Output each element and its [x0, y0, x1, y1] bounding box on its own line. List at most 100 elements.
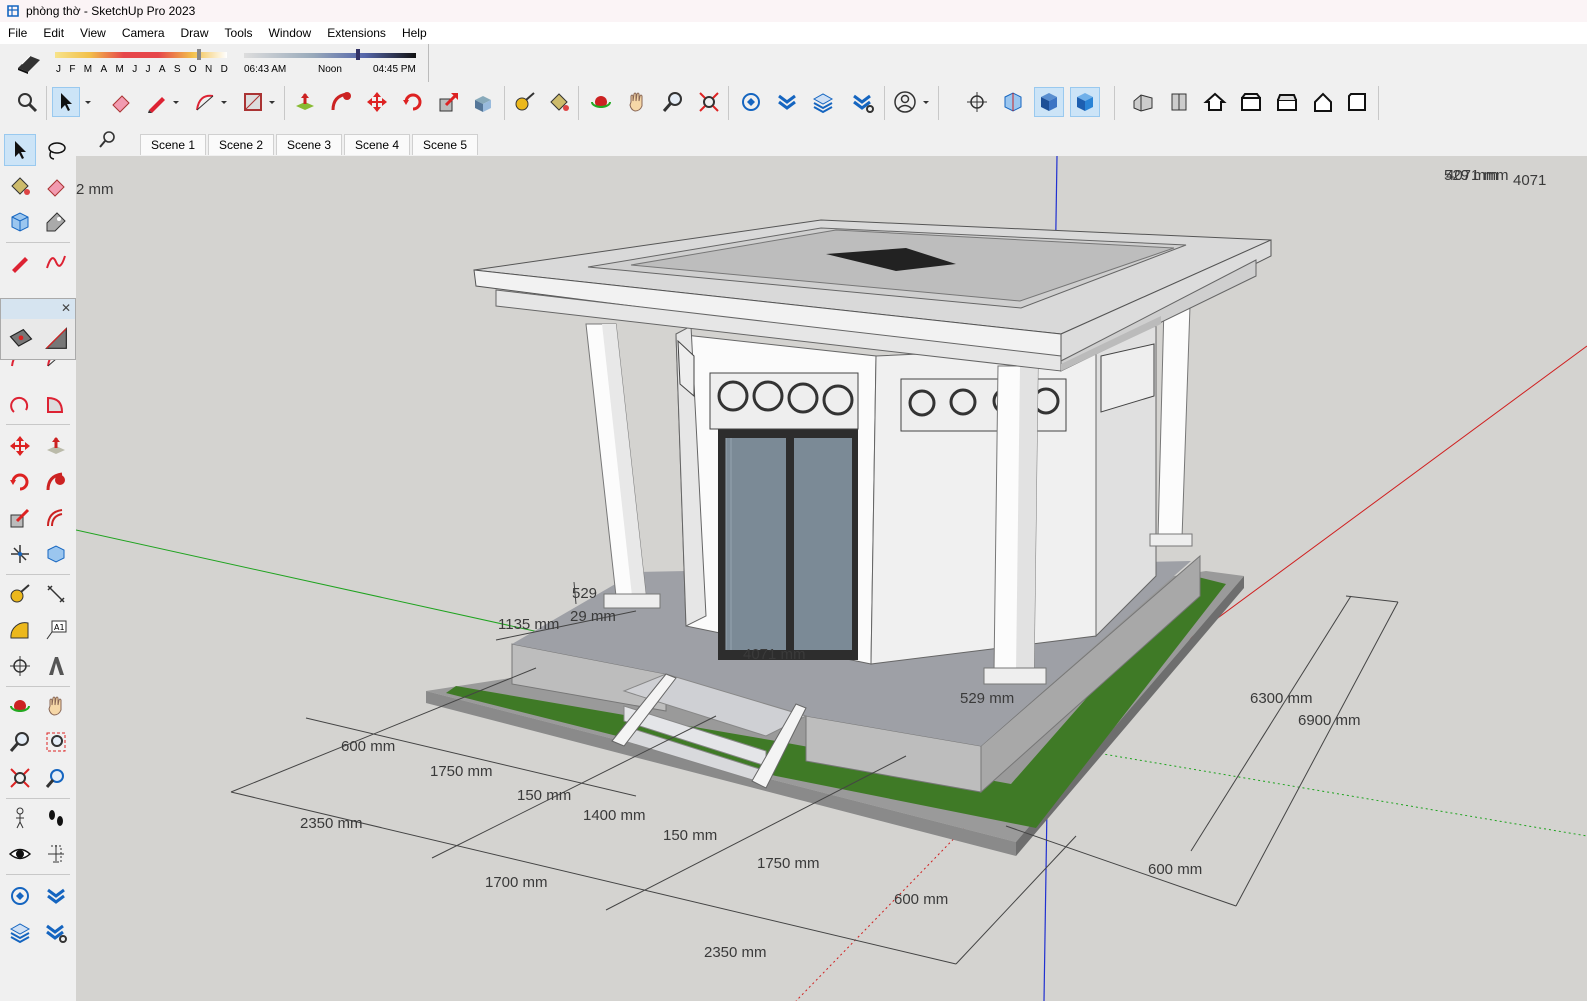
dimension-tool[interactable]	[40, 578, 72, 610]
rotate-tool-button[interactable]	[398, 87, 428, 117]
extension-warehouse-tool[interactable]	[40, 880, 72, 912]
rotate-tool[interactable]	[4, 466, 36, 498]
position-camera-tool[interactable]	[4, 802, 36, 834]
tab-scene-4[interactable]: Scene 4	[344, 134, 411, 155]
push-pull-tool[interactable]	[40, 430, 72, 462]
pan-button[interactable]	[622, 87, 652, 117]
top-view-button[interactable]	[1164, 87, 1194, 117]
warehouse-button[interactable]	[736, 87, 766, 117]
menu-tools[interactable]: Tools	[217, 26, 261, 40]
floating-toolbar-titlebar[interactable]: ✕	[1, 299, 75, 319]
position-texture-tool[interactable]	[4, 538, 36, 570]
menu-file[interactable]: File	[0, 26, 35, 40]
walk-tool[interactable]	[40, 802, 72, 834]
menu-help[interactable]: Help	[394, 26, 435, 40]
extension-warehouse-button[interactable]	[772, 87, 802, 117]
tape-measure-button[interactable]	[510, 87, 540, 117]
warehouse-tool[interactable]	[4, 880, 36, 912]
select-dropdown[interactable]	[82, 87, 94, 117]
layout-button[interactable]	[808, 87, 838, 117]
paint-bucket-tool[interactable]	[4, 170, 36, 202]
menu-camera[interactable]: Camera	[114, 26, 173, 40]
shadow-toggle-button[interactable]	[14, 50, 42, 76]
paint-bucket-button[interactable]	[544, 87, 574, 117]
rectangle-tool-button[interactable]	[238, 87, 268, 117]
bottom-view-button[interactable]	[1342, 87, 1372, 117]
follow-me-tool[interactable]	[40, 466, 72, 498]
tape-measure-tool[interactable]	[4, 578, 36, 610]
date-slider-thumb[interactable]	[197, 49, 201, 60]
right-view-button[interactable]	[1236, 87, 1266, 117]
select-tool[interactable]	[4, 134, 36, 166]
time-slider-thumb[interactable]	[356, 49, 360, 60]
zoom-extents-button[interactable]	[694, 87, 724, 117]
select-tool-button[interactable]	[52, 87, 80, 117]
orbit-button[interactable]	[586, 87, 616, 117]
freehand-tool[interactable]	[40, 246, 72, 278]
account-dropdown[interactable]	[920, 87, 932, 117]
menu-view[interactable]: View	[72, 26, 114, 40]
tab-scene-5[interactable]: Scene 5	[412, 134, 479, 155]
offset-tool[interactable]	[40, 502, 72, 534]
three-point-arc-tool[interactable]	[4, 388, 36, 420]
zoom-window-tool[interactable]	[40, 726, 72, 758]
pie-tool[interactable]	[40, 388, 72, 420]
rectangle-dropdown[interactable]	[266, 87, 278, 117]
date-slider[interactable]	[55, 52, 227, 58]
scene-search-button[interactable]	[98, 130, 118, 150]
extension-manager-button[interactable]	[848, 87, 878, 117]
previous-view-tool[interactable]	[40, 762, 72, 794]
zoom-extents-tool[interactable]	[4, 762, 36, 794]
eraser-tool[interactable]	[40, 170, 72, 202]
tag-tool[interactable]	[40, 206, 72, 238]
tab-scene-2[interactable]: Scene 2	[208, 134, 275, 155]
close-icon[interactable]: ✕	[61, 301, 71, 315]
account-button[interactable]	[890, 87, 920, 117]
move-tool[interactable]	[4, 430, 36, 462]
tab-scene-1[interactable]: Scene 1	[140, 134, 207, 155]
scale-tool-button[interactable]	[434, 87, 464, 117]
protractor-tool[interactable]	[4, 614, 36, 646]
extension-manager-tool[interactable]	[40, 916, 72, 948]
menu-edit[interactable]: Edit	[35, 26, 72, 40]
polygon-tool[interactable]	[43, 325, 71, 353]
line-tool-button[interactable]	[142, 87, 172, 117]
layout-tool[interactable]	[4, 916, 36, 948]
look-around-tool[interactable]	[4, 838, 36, 870]
shaded-textures-button[interactable]	[1070, 87, 1100, 117]
eraser-tool-button[interactable]	[106, 87, 136, 117]
xray-button[interactable]	[998, 87, 1028, 117]
menu-draw[interactable]: Draw	[173, 26, 217, 40]
line-dropdown[interactable]	[170, 87, 182, 117]
menu-window[interactable]: Window	[261, 26, 320, 40]
scale-tool[interactable]	[4, 502, 36, 534]
left-view-button[interactable]	[1308, 87, 1338, 117]
arc-tool-button[interactable]	[190, 87, 220, 117]
section-plane-tool[interactable]	[40, 838, 72, 870]
rotated-rectangle-tool[interactable]	[7, 325, 35, 353]
menu-extensions[interactable]: Extensions	[319, 26, 394, 40]
iso-view-button[interactable]	[1128, 87, 1158, 117]
axes-tool[interactable]	[4, 650, 36, 682]
zoom-button[interactable]	[658, 87, 688, 117]
model-viewport[interactable]: 2 mm 529 mm 4071 mm 4071 529 29 mm 1135 …	[76, 156, 1587, 1001]
lasso-tool[interactable]	[40, 134, 72, 166]
front-view-button[interactable]	[1200, 87, 1230, 117]
time-slider[interactable]	[244, 53, 416, 58]
line-tool[interactable]	[4, 246, 36, 278]
3d-text-tool[interactable]	[40, 650, 72, 682]
follow-me-tool-button[interactable]	[326, 87, 356, 117]
back-view-button[interactable]	[1272, 87, 1302, 117]
pan-tool[interactable]	[40, 690, 72, 722]
outer-shell-tool[interactable]	[40, 538, 72, 570]
shaded-button[interactable]	[1034, 87, 1064, 117]
move-tool-button[interactable]	[362, 87, 392, 117]
offset-tool-button[interactable]	[468, 87, 498, 117]
tab-scene-3[interactable]: Scene 3	[276, 134, 343, 155]
component-tool[interactable]	[4, 206, 36, 238]
orbit-tool[interactable]	[4, 690, 36, 722]
zoom-tool[interactable]	[4, 726, 36, 758]
text-tool[interactable]: A1	[40, 614, 72, 646]
zoom-tool-button[interactable]	[12, 87, 42, 117]
arc-dropdown[interactable]	[218, 87, 230, 117]
